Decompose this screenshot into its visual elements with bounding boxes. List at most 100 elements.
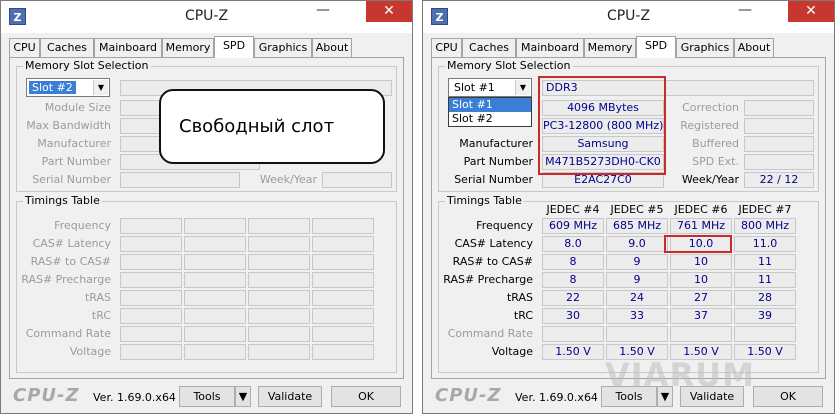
timings-row-label: tRAS: [506, 291, 533, 304]
spd-ext-label: SPD Ext.: [692, 155, 739, 168]
timings-cell: [248, 236, 310, 252]
tab-cpu[interactable]: CPU: [9, 38, 40, 57]
week-year-label: Week/Year: [259, 173, 317, 186]
timings-cell: [184, 344, 246, 360]
buffered-label: Buffered: [692, 137, 739, 150]
chevron-down-icon[interactable]: ▼: [93, 80, 108, 95]
viarum-watermark: VIARUM: [605, 356, 755, 394]
timings-cell: [120, 344, 182, 360]
timings-cell: 10: [670, 272, 732, 288]
timings-cell: 11: [734, 272, 796, 288]
timings-cell: 8.0: [542, 236, 604, 252]
tab-spd[interactable]: SPD: [214, 36, 254, 58]
tab-mainboard[interactable]: Mainboard: [516, 38, 584, 57]
memory-type-field: DDR3: [542, 80, 814, 96]
cpuz-window-left: Z CPU-Z — ✕ CPU Caches Mainboard Memory …: [0, 0, 413, 414]
timings-row-label: RAS# to CAS#: [452, 255, 533, 268]
dropdown-option-slot-2[interactable]: Slot #2: [449, 112, 531, 126]
timings-cell: [312, 218, 374, 234]
slot-select[interactable]: Slot #2 ▼: [26, 78, 110, 97]
timings-cell: [184, 272, 246, 288]
spd-panel: Memory Slot Selection Slot #1 ▼ Slot #1 …: [431, 57, 826, 379]
timings-cell: [312, 254, 374, 270]
timings-cell: [184, 308, 246, 324]
timings-cell: 28: [734, 290, 796, 306]
timings-column-header: JEDEC #4: [546, 203, 600, 216]
timings-row-label: Command Rate: [25, 327, 111, 340]
timings-cell: 24: [606, 290, 668, 306]
timings-cell: 9.0: [606, 236, 668, 252]
version-label: Ver. 1.69.0.x64: [515, 391, 598, 404]
dropdown-option-slot-1[interactable]: Slot #1: [449, 98, 531, 112]
ok-button[interactable]: OK: [331, 386, 401, 407]
timings-cell: 10.0: [670, 236, 732, 252]
timings-cell: [184, 218, 246, 234]
validate-button[interactable]: Validate: [258, 386, 322, 407]
timings-row-label: tRC: [91, 309, 111, 322]
close-icon[interactable]: ✕: [788, 1, 834, 22]
tab-memory[interactable]: Memory: [162, 38, 214, 57]
tab-mainboard[interactable]: Mainboard: [94, 38, 162, 57]
manufacturer-label: Manufacturer: [459, 137, 533, 150]
tools-menu-chevron-icon[interactable]: ▼: [235, 386, 251, 407]
footer: CPU-Z Ver. 1.69.0.x64 Tools ▼ Validate O…: [1, 381, 412, 413]
group-title: Timings Table: [23, 194, 102, 207]
minimize-icon[interactable]: —: [309, 2, 337, 22]
close-icon[interactable]: ✕: [366, 1, 412, 22]
slot-select[interactable]: Slot #1 ▼: [448, 78, 532, 97]
timings-cell: [670, 326, 732, 342]
module-size-label: Module Size: [44, 101, 111, 114]
timings-row-label: tRAS: [84, 291, 111, 304]
max-bandwidth-label: Max Bandwidth: [26, 119, 111, 132]
timings-cell: [606, 326, 668, 342]
tab-caches[interactable]: Caches: [40, 38, 94, 57]
memory-slot-group: Memory Slot Selection Slot #1 ▼ Slot #1 …: [438, 59, 819, 192]
timings-row-label: Frequency: [476, 219, 533, 232]
tools-button[interactable]: Tools: [179, 386, 235, 407]
timings-cell: 609 MHz: [542, 218, 604, 234]
manufacturer-field: Samsung: [542, 136, 664, 152]
tab-cpu[interactable]: CPU: [431, 38, 462, 57]
ok-button[interactable]: OK: [753, 386, 823, 407]
tab-caches[interactable]: Caches: [462, 38, 516, 57]
timings-cell: 11: [734, 254, 796, 270]
serial-number-field: E2AC27C0: [542, 172, 664, 188]
timings-cell: [312, 290, 374, 306]
spd-ext-field: [744, 154, 814, 170]
timings-cell: [312, 326, 374, 342]
timings-cell: [248, 254, 310, 270]
window-title: CPU-Z: [184, 8, 229, 24]
timings-cell: [184, 326, 246, 342]
timings-column-header: JEDEC #7: [738, 203, 792, 216]
timings-cell: 22: [542, 290, 604, 306]
tab-about[interactable]: About: [312, 38, 352, 57]
manufacturer-label: Manufacturer: [37, 137, 111, 150]
timings-cell: [120, 308, 182, 324]
timings-cell: [734, 326, 796, 342]
window-title: CPU-Z: [606, 8, 651, 24]
tab-memory[interactable]: Memory: [584, 38, 636, 57]
tab-graphics[interactable]: Graphics: [254, 38, 312, 57]
timings-cell: [120, 326, 182, 342]
minimize-icon[interactable]: —: [731, 2, 759, 22]
timings-cell: [312, 236, 374, 252]
timings-row-label: RAS# Precharge: [443, 273, 533, 286]
timings-cell: [120, 290, 182, 306]
tab-spd[interactable]: SPD: [636, 36, 676, 58]
registered-label: Registered: [680, 119, 739, 132]
title-bar: Z CPU-Z — ✕: [423, 1, 834, 33]
timings-row-label: tRC: [513, 309, 533, 322]
timings-cell: 685 MHz: [606, 218, 668, 234]
timings-cell: [120, 218, 182, 234]
timings-cell: [184, 254, 246, 270]
timings-cell: [248, 218, 310, 234]
timings-cell: [312, 344, 374, 360]
timings-cell: [312, 308, 374, 324]
tab-graphics[interactable]: Graphics: [676, 38, 734, 57]
part-number-field: M471B5273DH0-CK0: [542, 154, 664, 170]
timings-cell: [542, 326, 604, 342]
tab-about[interactable]: About: [734, 38, 774, 57]
slot-select-value: Slot #1: [454, 81, 495, 94]
timings-cell: 33: [606, 308, 668, 324]
chevron-down-icon[interactable]: ▼: [515, 80, 530, 95]
